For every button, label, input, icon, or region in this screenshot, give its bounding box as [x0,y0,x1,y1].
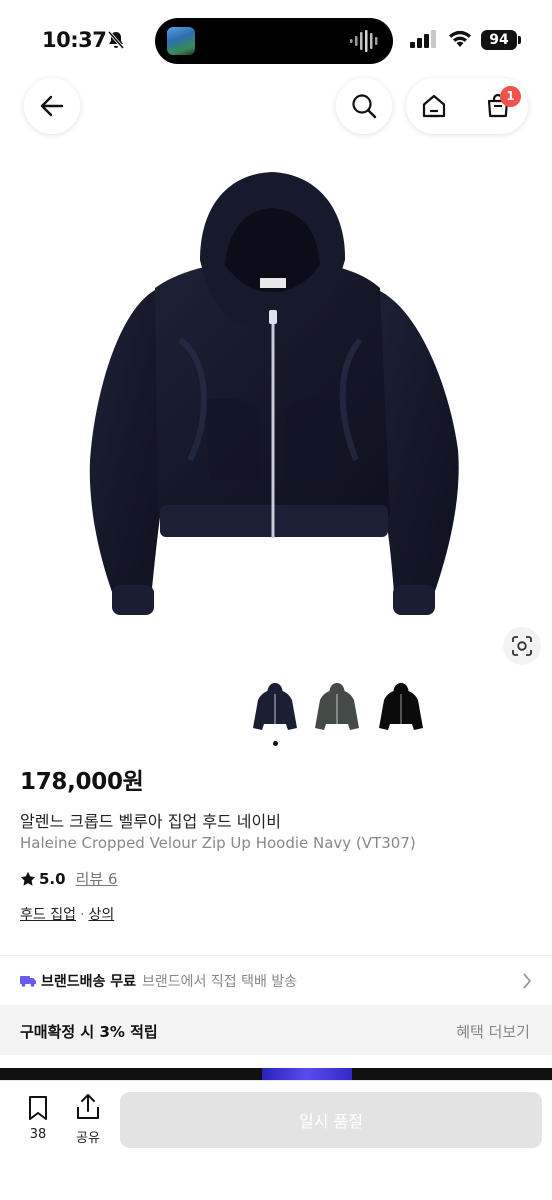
rating-row: 5.0 리뷰 6 [20,868,118,889]
product-image[interactable] [60,160,490,640]
sold-out-button[interactable]: 일시 품절 [120,1092,542,1148]
product-price: 178,000원 [20,769,144,795]
color-option-black[interactable] [376,680,426,734]
chevron-right-icon [523,973,532,989]
back-button[interactable] [24,78,80,134]
battery-level: 94 [481,30,517,50]
cart-count-badge: 1 [500,86,521,107]
dynamic-island[interactable] [155,18,393,64]
nav-right-group: 1 [406,78,528,134]
bookmark-icon [29,1096,47,1120]
shipping-label: 브랜드배송 무료 [41,974,137,990]
reviews-link[interactable]: 리뷰 6 [76,868,118,889]
product-name-korean: 알렌느 크롭드 벨루아 집업 후드 네이비 [20,812,281,831]
star-icon [20,871,36,886]
search-button[interactable] [336,78,392,134]
share-label: 공유 [76,1131,100,1146]
now-playing-artwork [167,27,195,55]
points-label: 구매확정 시 3% 적립 [20,1023,158,1041]
category-breadcrumb: 후드 집업 · 상의 [20,904,114,924]
banner-strip-graphic [262,1068,352,1080]
audio-wave-icon [350,30,378,52]
selected-color-indicator [273,741,278,746]
category-link-top[interactable]: 상의 [88,907,114,923]
image-search-button[interactable] [503,627,541,665]
bell-muted-icon [106,30,126,54]
delivery-truck-icon [20,976,36,987]
home-icon [422,94,446,118]
share-icon [77,1094,99,1119]
benefits-more-link[interactable]: 혜택 더보기 [456,1021,530,1042]
home-button[interactable] [420,92,448,124]
category-separator: · [79,907,85,923]
shipping-desc: 브랜드에서 직접 택배 발송 [142,974,298,990]
save-count: 38 [29,1127,47,1142]
battery-nub [518,36,521,44]
status-bar: 10:37 94 [0,0,552,80]
search-icon [352,94,377,119]
color-option-navy[interactable] [250,680,300,734]
arrow-left-icon [40,95,64,117]
share-button[interactable]: 공유 [70,1093,106,1146]
lens-scan-icon [512,636,532,656]
rating-score: 5.0 [39,869,66,888]
divider [0,955,552,956]
cellular-signal-icon [410,30,436,48]
category-link-hood-zipup[interactable]: 후드 집업 [20,907,76,923]
shipping-info-row[interactable]: 브랜드배송 무료 브랜드에서 직접 택배 발송 [0,957,552,1005]
product-name-english: Haleine Cropped Velour Zip Up Hoodie Nav… [20,834,416,852]
color-option-charcoal[interactable] [312,680,362,734]
save-button[interactable]: 38 [20,1095,56,1142]
wifi-icon [449,30,471,47]
status-time: 10:37 [42,28,107,52]
bottom-action-bar: 38 공유 일시 품절 [0,1080,552,1200]
